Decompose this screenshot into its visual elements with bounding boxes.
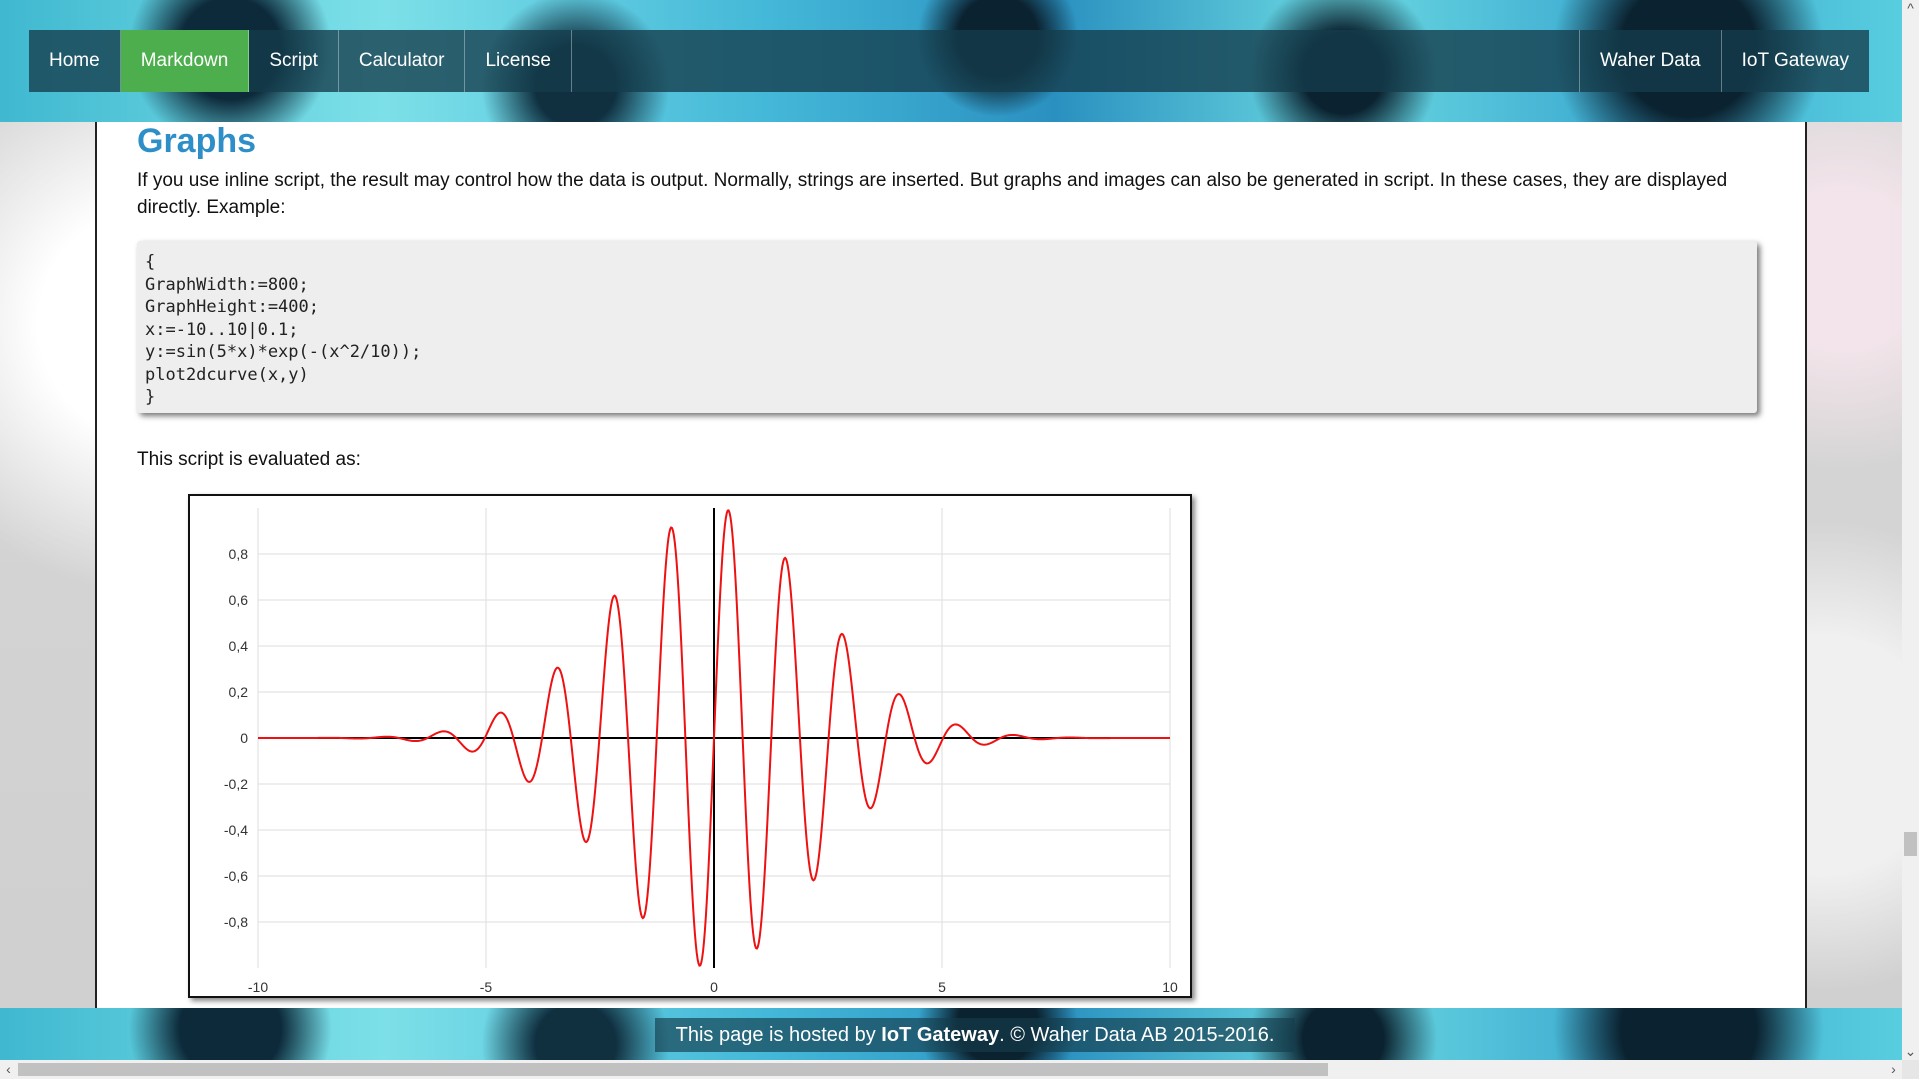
nav-right-group: Waher Data IoT Gateway xyxy=(1578,30,1869,92)
footer-suffix: 2015-2016. xyxy=(1167,1024,1275,1046)
y-tick-label: 0,8 xyxy=(229,546,249,562)
scrollbar-corner xyxy=(1902,1060,1919,1079)
code-block: { GraphWidth:=800; GraphHeight:=400; x:=… xyxy=(137,241,1757,413)
nav-item-script[interactable]: Script xyxy=(249,30,339,92)
y-tick-label: -0,4 xyxy=(224,822,248,838)
intro-paragraph: If you use inline script, the result may… xyxy=(137,170,1728,218)
y-tick-label: -0,8 xyxy=(224,914,248,930)
scroll-left-icon[interactable]: ‹ xyxy=(0,1061,17,1078)
footer-middle: . © xyxy=(999,1024,1031,1046)
x-tick-label: -10 xyxy=(248,979,268,995)
y-tick-label: 0,2 xyxy=(229,684,249,700)
horizontal-scrollbar[interactable]: ‹ › xyxy=(0,1060,1902,1079)
nav-item-calculator[interactable]: Calculator xyxy=(339,30,466,92)
y-tick-label: 0,4 xyxy=(229,638,249,654)
x-tick-label: 5 xyxy=(938,979,946,995)
nav-item-license[interactable]: License xyxy=(465,30,572,92)
page-title: Graphs xyxy=(137,122,257,160)
footer-link-iot-gateway[interactable]: IoT Gateway xyxy=(881,1024,999,1046)
nav-item-home[interactable]: Home xyxy=(29,30,121,92)
x-tick-label: -5 xyxy=(480,979,493,995)
y-tick-label: -0,2 xyxy=(224,776,248,792)
code-text: { GraphWidth:=800; GraphHeight:=400; x:=… xyxy=(145,252,422,407)
vertical-scroll-thumb[interactable] xyxy=(1904,832,1917,856)
y-tick-label: 0 xyxy=(240,730,248,746)
nav-item-iot-gateway[interactable]: IoT Gateway xyxy=(1720,30,1869,92)
graph-frame: 0,8 0,6 0,4 0,2 0 -0,2 -0,4 -0,6 -0,8 -10 -5 0 5 10 xyxy=(188,494,1192,998)
evaluated-label: This script is evaluated as: xyxy=(137,449,361,470)
scroll-down-icon[interactable]: ⌄ xyxy=(1902,1043,1919,1060)
x-tick-label: 10 xyxy=(1162,979,1178,995)
scroll-right-icon[interactable]: › xyxy=(1885,1061,1902,1078)
nav-left-group: Home Markdown Script Calculator License xyxy=(29,30,572,92)
nav-item-waher-data[interactable]: Waher Data xyxy=(1578,30,1721,92)
horizontal-scroll-thumb[interactable] xyxy=(18,1063,1328,1076)
footer-prefix: This page is hosted by xyxy=(675,1024,882,1046)
x-tick-label: 0 xyxy=(710,979,718,995)
y-tick-label: 0,6 xyxy=(229,592,249,608)
scroll-up-icon[interactable]: ^ xyxy=(1902,0,1919,17)
navbar: Home Markdown Script Calculator License … xyxy=(29,30,1869,92)
nav-item-markdown[interactable]: Markdown xyxy=(120,30,250,92)
content-panel: Graphs If you use inline script, the res… xyxy=(95,122,1807,1008)
footer: This page is hosted by IoT Gateway. © Wa… xyxy=(655,1018,1295,1052)
y-tick-label: -0,6 xyxy=(224,868,248,884)
footer-link-waher-data[interactable]: Waher Data AB xyxy=(1031,1024,1168,1046)
vertical-scrollbar[interactable]: ^ ⌄ xyxy=(1902,0,1919,1060)
graph-chart: 0,8 0,6 0,4 0,2 0 -0,2 -0,4 -0,6 -0,8 -10 -5 0 5 10 xyxy=(224,508,1178,995)
